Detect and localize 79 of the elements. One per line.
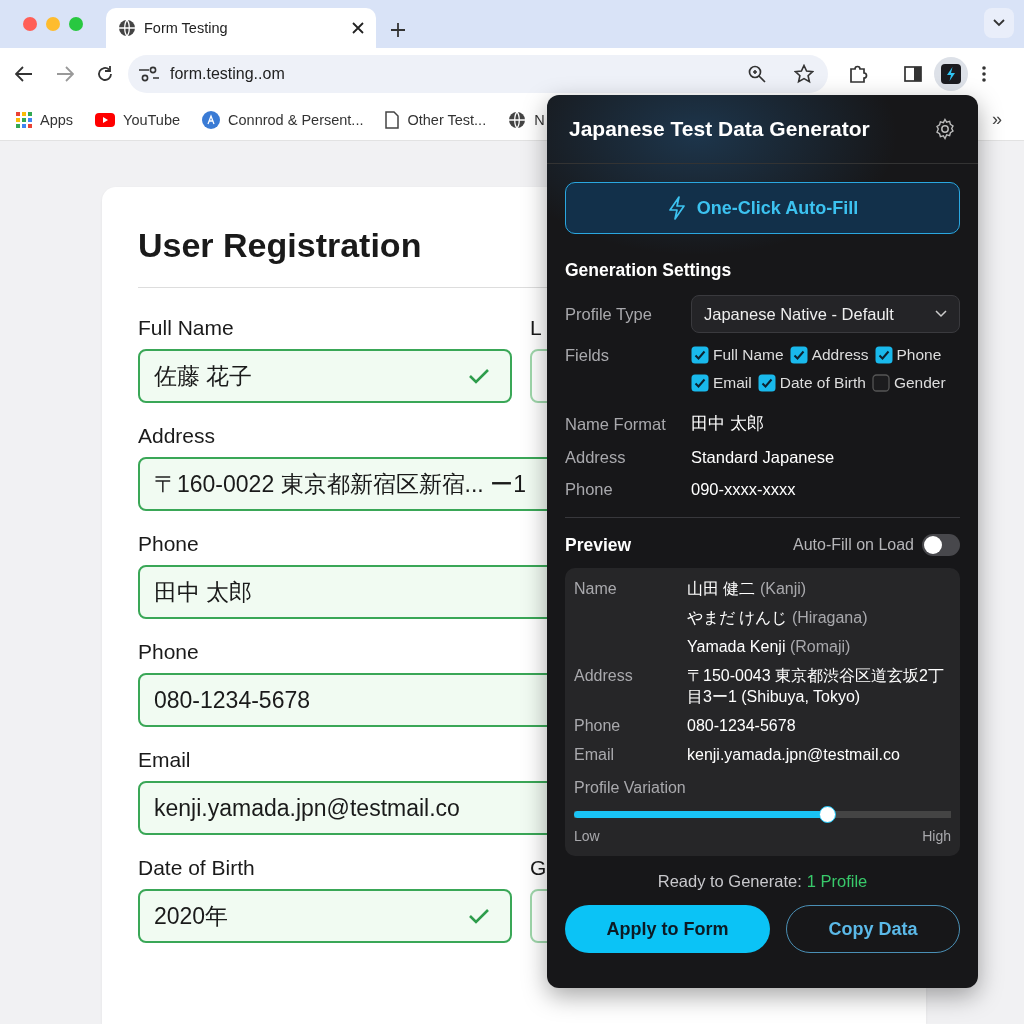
setting-value: 田中 太郎 — [691, 413, 765, 434]
forward-icon[interactable] — [56, 66, 74, 82]
setting-label: Profile Type — [565, 304, 653, 324]
field-checkbox[interactable]: Gender — [871, 374, 946, 392]
document-icon — [385, 111, 400, 129]
side-panel-icon[interactable] — [904, 66, 922, 82]
slider-label: Profile Variation — [574, 779, 687, 797]
field-label: Full Name — [138, 315, 234, 341]
chevron-down-icon — [993, 19, 1005, 27]
profile-count: 1 Profile — [806, 872, 868, 891]
field-checkbox[interactable]: Address — [789, 346, 869, 364]
zoom-icon[interactable] — [748, 65, 766, 83]
tab-search-button[interactable] — [984, 8, 1014, 38]
tab-title: Form Testing — [144, 20, 229, 36]
field-checkbox[interactable]: Phone — [874, 346, 942, 364]
field-checkbox[interactable]: Full Name — [691, 346, 784, 364]
profile-type-dropdown[interactable]: Japanese Native - Default — [691, 295, 960, 333]
menu-icon[interactable] — [982, 66, 986, 82]
new-tab-icon[interactable] — [390, 22, 406, 38]
preview-value: Yamada Kenji (Romaji) — [687, 637, 852, 657]
preview-value: 山田 健二 (Kanji) — [687, 579, 808, 599]
slider-thumb[interactable] — [818, 806, 836, 823]
star-icon[interactable] — [794, 64, 814, 84]
preview-value: kenji.yamada.jpn@testmail.co — [687, 745, 901, 765]
toggle-switch[interactable] — [922, 534, 960, 556]
field-label: G — [530, 855, 547, 881]
figure-icon — [202, 111, 221, 129]
bookmark[interactable]: Apps — [16, 112, 74, 128]
section-heading: Preview — [565, 534, 632, 556]
field-label: Email — [138, 747, 191, 773]
puzzle-icon[interactable] — [848, 64, 868, 84]
globe-icon — [118, 19, 136, 37]
status-text: Ready to Generate: — [657, 872, 802, 891]
bookmark[interactable]: Other Test... — [385, 111, 487, 129]
chevron-down-icon — [935, 310, 947, 318]
setting-label: Fields — [565, 346, 610, 365]
section-heading: Generation Settings — [565, 260, 733, 281]
toggle-label: Auto-Fill on Load — [793, 536, 914, 554]
reload-icon[interactable] — [96, 65, 114, 83]
back-icon[interactable] — [15, 66, 33, 82]
bookmark[interactable]: N — [508, 111, 545, 129]
preview-label: Name — [574, 579, 618, 599]
window-control-icon — [69, 17, 83, 31]
form-title: User Registration — [138, 225, 423, 266]
play-icon — [95, 113, 116, 127]
popup-title: Japanese Test Data Generator — [569, 117, 870, 141]
window-control-icon — [46, 17, 60, 31]
browser-tab[interactable]: Form Testing — [106, 8, 376, 48]
field-label: L — [530, 315, 542, 341]
setting-label: Name Format — [565, 414, 667, 434]
extension-button[interactable] — [934, 57, 968, 91]
field-label: Phone — [138, 531, 199, 557]
field-checkbox[interactable]: Email — [691, 374, 752, 392]
site-settings-icon[interactable] — [138, 66, 160, 82]
lightning-icon — [666, 195, 687, 221]
field-label: Date of Birth — [138, 855, 255, 881]
input-field[interactable]: 佐藤 花子 — [138, 349, 512, 403]
slider-max-label: High — [922, 828, 951, 844]
bookmark[interactable]: Connrod & Persent... — [202, 111, 364, 129]
input-field[interactable]: 2020年 — [138, 889, 512, 943]
grid-icon — [16, 112, 32, 128]
lightning-icon — [941, 64, 961, 84]
field-checkbox[interactable]: Date of Birth — [757, 374, 866, 392]
setting-label: Phone — [565, 480, 614, 499]
check-icon — [468, 907, 490, 925]
globe-icon — [508, 111, 527, 129]
settings-icon[interactable] — [934, 118, 956, 140]
address-bar[interactable]: form.testing..om — [128, 55, 828, 93]
close-icon[interactable] — [352, 22, 364, 34]
field-label: Phone — [138, 639, 199, 665]
setting-value: 090-xxxx-xxxx — [691, 480, 797, 499]
auto-fill-button[interactable]: One-Click Auto-Fill — [565, 182, 960, 234]
field-label: Address — [138, 423, 216, 449]
window-control-icon — [23, 17, 37, 31]
preview-label: Email — [574, 745, 615, 765]
apply-button[interactable]: Apply to Form — [565, 905, 770, 953]
more-bookmarks[interactable]: » — [992, 109, 1002, 130]
check-icon — [468, 367, 490, 385]
bookmark[interactable]: YouTube — [95, 112, 181, 128]
